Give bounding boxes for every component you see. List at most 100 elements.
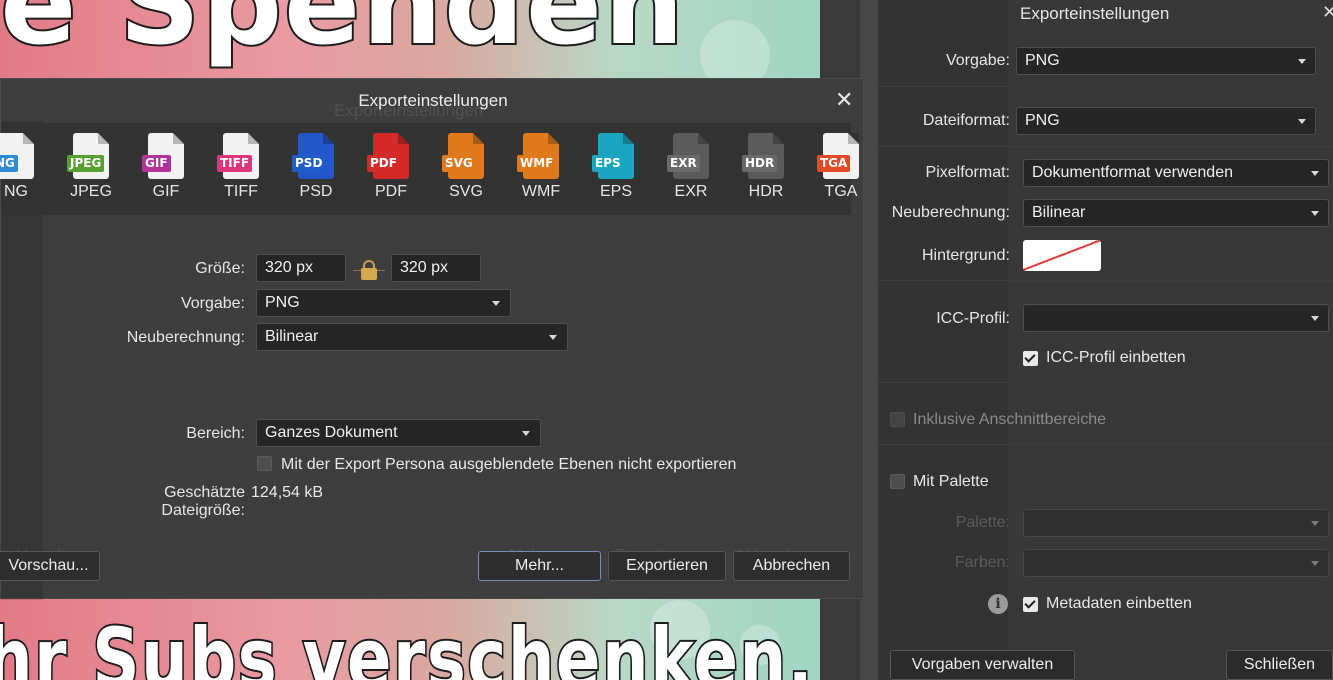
dateiformat-select[interactable]: PNG: [1016, 107, 1316, 135]
page-fold: [248, 133, 259, 144]
format-tag: EPS: [592, 155, 624, 172]
canvas-title-bottom: Ihr Subs verschenken.: [0, 608, 815, 680]
mit-palette-checkbox[interactable]: [890, 474, 905, 489]
icc-profil-label: ICC-Profil:: [936, 310, 1010, 327]
anschnitt-checkbox[interactable]: [890, 412, 905, 427]
page-fold: [23, 133, 34, 144]
page-fold: [323, 133, 334, 144]
chevron-down-icon: [1311, 316, 1319, 321]
metadaten-label: Metadaten einbetten: [1046, 595, 1192, 612]
format-option-hdr[interactable]: HDR HDR: [736, 133, 796, 201]
file-ng-icon: NG: [0, 133, 34, 179]
format-tag: WMF: [517, 155, 557, 172]
abbrechen-button[interactable]: Abbrechen: [733, 551, 850, 581]
format-option-ng[interactable]: NG NG: [0, 133, 46, 201]
file-wmf-icon: WMF: [517, 133, 559, 179]
width-input[interactable]: 320 px: [256, 254, 346, 282]
farben-select[interactable]: [1023, 549, 1329, 577]
format-tag: PDF: [367, 155, 400, 172]
format-label: JPEG: [70, 183, 112, 200]
height-value: 320 px: [400, 259, 449, 276]
file-tiff-icon: TIFF: [217, 133, 259, 179]
vorgabe-label: Vorgabe:: [180, 295, 245, 312]
vorgabe-label: Vorgabe:: [945, 52, 1010, 69]
file-gif-icon: GIF: [142, 133, 184, 179]
format-label: TIFF: [224, 183, 258, 200]
format-option-gif[interactable]: GIF GIF: [136, 133, 196, 201]
format-label: GIF: [152, 183, 180, 200]
bereich-select[interactable]: Ganzes Dokument: [256, 419, 541, 447]
neuberechnung-select[interactable]: Bilinear: [1023, 199, 1329, 227]
exportieren-button[interactable]: Exportieren: [608, 551, 726, 581]
close-icon[interactable]: ✕: [1322, 2, 1333, 23]
lock-icon[interactable]: [353, 260, 385, 280]
chevron-down-icon: [1298, 59, 1306, 64]
file-exr-icon: EXR: [667, 133, 709, 179]
format-label: PSD: [299, 183, 333, 200]
dateigroesse-label: Geschätzte Dateigröße:: [161, 484, 245, 519]
mehr-button[interactable]: Mehr...: [478, 551, 601, 581]
pixelformat-select[interactable]: Dokumentformat verwenden: [1023, 159, 1329, 187]
pixelformat-value: Dokumentformat verwenden: [1032, 164, 1233, 181]
ausgeblendet-checkbox[interactable]: [257, 456, 272, 471]
chevron-down-icon: [522, 431, 530, 436]
export-settings-panel: Exporteinstellungen ✕ Vorgabe: PNG Datei…: [878, 0, 1333, 680]
canvas-title-top: ie Spenden: [0, 0, 686, 72]
page-fold: [848, 133, 859, 144]
dateiformat-value: PNG: [1025, 112, 1060, 129]
format-option-wmf[interactable]: WMF WMF: [511, 133, 571, 201]
page-fold: [473, 133, 484, 144]
icc-profil-select[interactable]: [1023, 304, 1329, 332]
page-fold: [548, 133, 559, 144]
width-value: 320 px: [265, 259, 314, 276]
format-label: WMF: [521, 183, 561, 200]
vorschau-button[interactable]: Vorschau...: [0, 551, 100, 581]
file-tga-icon: TGA: [817, 133, 859, 179]
page-fold: [773, 133, 784, 144]
page-fold: [173, 133, 184, 144]
metadaten-checkbox[interactable]: [1023, 597, 1038, 612]
vorgabe-select[interactable]: PNG: [1016, 47, 1316, 75]
panel-title: Exporteinstellungen: [1020, 4, 1170, 23]
close-icon[interactable]: ✕: [835, 87, 853, 113]
no-color-slash: [1023, 240, 1101, 271]
format-option-psd[interactable]: PSD PSD: [286, 133, 346, 201]
vorgabe-value: PNG: [1025, 52, 1060, 69]
format-label: SVG: [449, 183, 483, 200]
palette-select[interactable]: [1023, 509, 1329, 537]
icc-einbetten-label: ICC-Profil einbetten: [1046, 349, 1186, 366]
page-fold: [98, 133, 109, 144]
bereich-value: Ganzes Dokument: [265, 424, 398, 441]
neuberechnung-label: Neuberechnung:: [891, 204, 1010, 221]
divider: [878, 444, 1333, 445]
transparent-color-swatch[interactable]: [1023, 240, 1101, 271]
anschnitt-label: Inklusive Anschnittbereiche: [913, 411, 1106, 428]
file-pdf-icon: PDF: [367, 133, 409, 179]
chevron-down-icon: [1311, 211, 1319, 216]
format-option-exr[interactable]: EXR EXR: [661, 133, 721, 201]
format-option-tiff[interactable]: TIFF TIFF: [211, 133, 271, 201]
format-tag: GIF: [142, 155, 171, 172]
height-input[interactable]: 320 px: [391, 254, 481, 282]
neuberechnung-select[interactable]: Bilinear: [256, 323, 568, 351]
icc-einbetten-checkbox[interactable]: [1023, 351, 1038, 366]
format-tag: NG: [0, 155, 18, 172]
format-option-tga[interactable]: TGA TGA: [811, 133, 871, 201]
vorgaben-verwalten-button[interactable]: Vorgaben verwalten: [890, 650, 1075, 680]
chevron-down-icon: [1298, 119, 1306, 124]
chevron-down-icon: [1311, 171, 1319, 176]
schliessen-button[interactable]: Schließen: [1226, 650, 1333, 680]
chevron-down-icon: [1311, 521, 1319, 526]
format-option-svg[interactable]: SVG SVG: [436, 133, 496, 201]
mit-palette-label: Mit Palette: [913, 473, 989, 490]
format-label: NG: [4, 183, 28, 200]
info-icon[interactable]: i: [988, 594, 1008, 614]
divider: [878, 280, 1333, 281]
bereich-label: Bereich:: [186, 425, 245, 442]
format-option-eps[interactable]: EPS EPS: [586, 133, 646, 201]
format-option-pdf[interactable]: PDF PDF: [361, 133, 421, 201]
format-label: PDF: [375, 183, 407, 200]
vorgabe-select[interactable]: PNG: [256, 289, 511, 317]
format-option-jpeg[interactable]: JPEG JPEG: [61, 133, 121, 201]
format-tag: TIFF: [217, 155, 253, 172]
